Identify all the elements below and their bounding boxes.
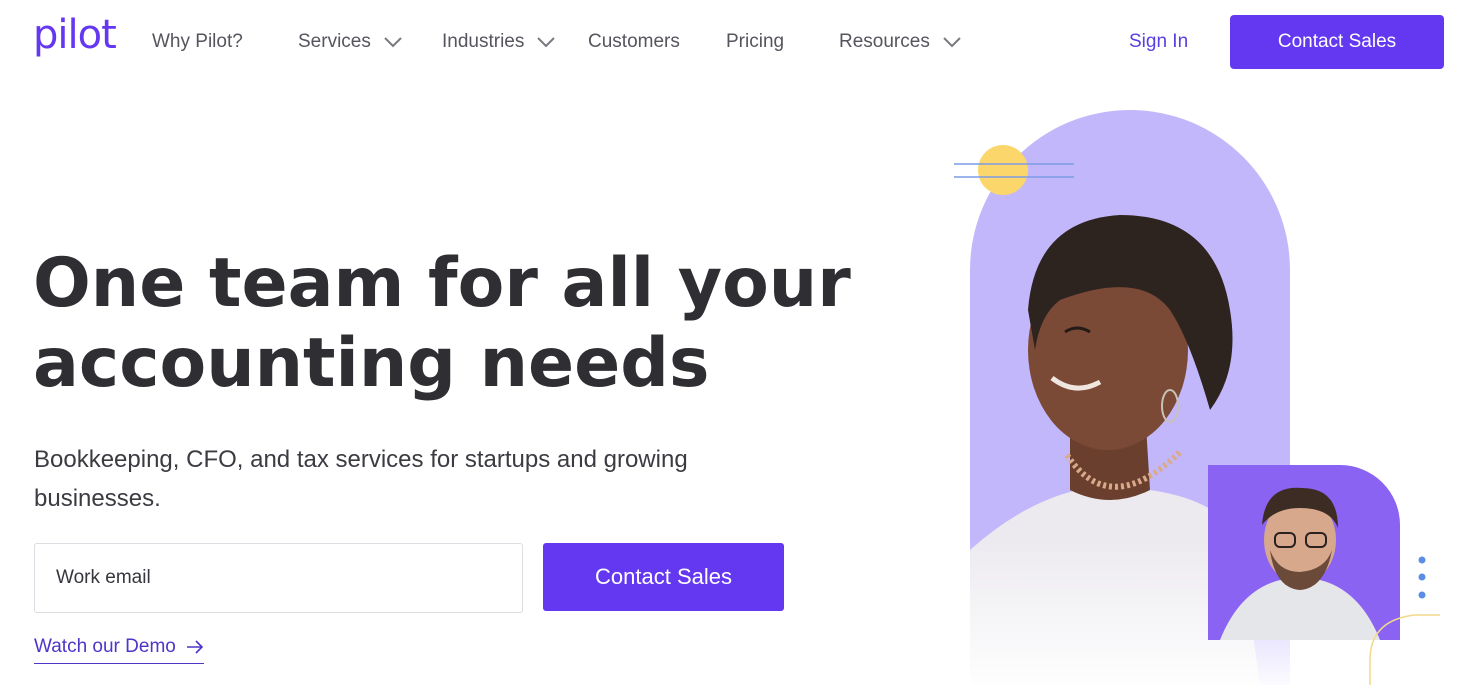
hero-illustration: [954, 110, 1440, 685]
chevron-down-icon: [943, 37, 961, 48]
hero-headline-line2: accounting needs: [33, 324, 710, 403]
nav-pricing-label: Pricing: [726, 31, 785, 52]
watch-demo-label: Watch our Demo: [34, 635, 176, 657]
contact-sales-button-hero[interactable]: Contact Sales: [543, 543, 784, 611]
nav-customers[interactable]: Customers: [588, 30, 680, 54]
contact-sales-button-header[interactable]: Contact Sales: [1230, 15, 1444, 69]
hero-headline-line1: One team for all your: [33, 244, 851, 323]
nav-pricing[interactable]: Pricing: [726, 30, 784, 54]
nav-industries-label: Industries: [442, 31, 525, 52]
chevron-down-icon: [537, 37, 556, 48]
nav-why-pilot[interactable]: Why Pilot?: [152, 30, 243, 54]
hero-headline: One team for all your accounting needs: [33, 244, 853, 404]
nav-industries[interactable]: Industries: [442, 30, 556, 54]
work-email-input[interactable]: [34, 543, 523, 613]
nav-resources-label: Resources: [839, 31, 930, 52]
chevron-down-icon: [384, 37, 402, 48]
arrow-right-icon: [186, 639, 203, 654]
nav-why-pilot-label: Why Pilot?: [152, 31, 243, 52]
pilot-logo[interactable]: pilot: [33, 14, 123, 64]
sign-in-link[interactable]: Sign In: [1129, 30, 1188, 54]
nav-services[interactable]: Services: [298, 30, 403, 54]
nav-resources[interactable]: Resources: [839, 30, 962, 54]
nav-services-label: Services: [298, 31, 371, 52]
sun-decoration: [978, 145, 1028, 195]
dots-decoration: [1418, 556, 1426, 599]
top-navigation: pilot Why Pilot? Services Industries Cus…: [0, 0, 1462, 84]
hero-subheadline: Bookkeeping, CFO, and tax services for s…: [34, 446, 688, 512]
nav-customers-label: Customers: [588, 31, 680, 52]
watch-demo-link[interactable]: Watch our Demo: [34, 632, 204, 664]
svg-text:pilot: pilot: [33, 14, 116, 58]
